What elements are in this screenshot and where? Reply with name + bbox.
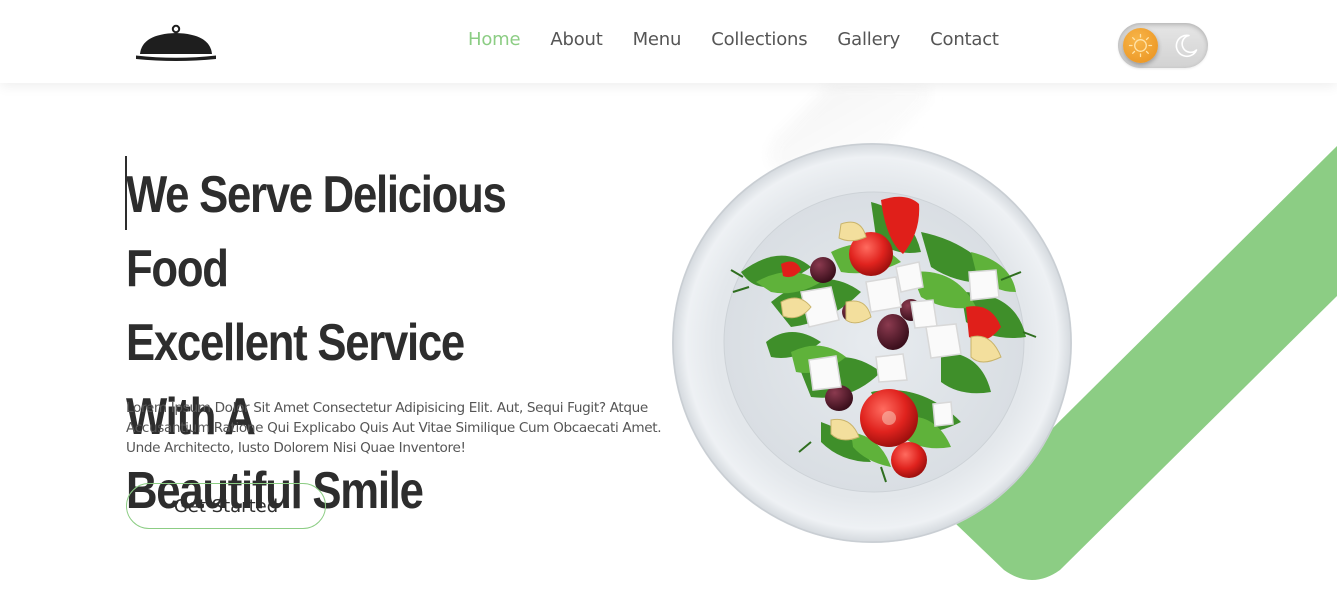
main-nav: Home About Menu Collections Gallery Cont… xyxy=(468,27,999,53)
get-started-button[interactable]: Get Started xyxy=(126,483,326,529)
hero-title-line-1: We Serve Delicious Food xyxy=(126,166,507,298)
toggle-knob[interactable] xyxy=(1123,28,1158,63)
hero-title: We Serve Delicious Food Excellent Servic… xyxy=(126,158,563,528)
hero-description: Lorem Ipsum Dolor Sit Amet Consectetur A… xyxy=(126,400,662,456)
serving-cloche-icon[interactable] xyxy=(134,24,218,62)
nav-link-contact[interactable]: Contact xyxy=(930,27,999,53)
nav-link-home[interactable]: Home xyxy=(468,27,521,53)
nav-link-about[interactable]: About xyxy=(550,27,602,53)
text-cursor xyxy=(125,156,127,230)
nav-link-collections[interactable]: Collections xyxy=(711,27,807,53)
site-header: Home About Menu Collections Gallery Cont… xyxy=(0,0,1337,83)
nav-link-menu[interactable]: Menu xyxy=(633,27,682,53)
theme-toggle[interactable] xyxy=(1118,23,1208,68)
moon-icon xyxy=(1175,34,1198,58)
salad-plate-image xyxy=(672,143,1072,543)
nav-link-gallery[interactable]: Gallery xyxy=(837,27,900,53)
sun-icon xyxy=(1128,33,1153,58)
